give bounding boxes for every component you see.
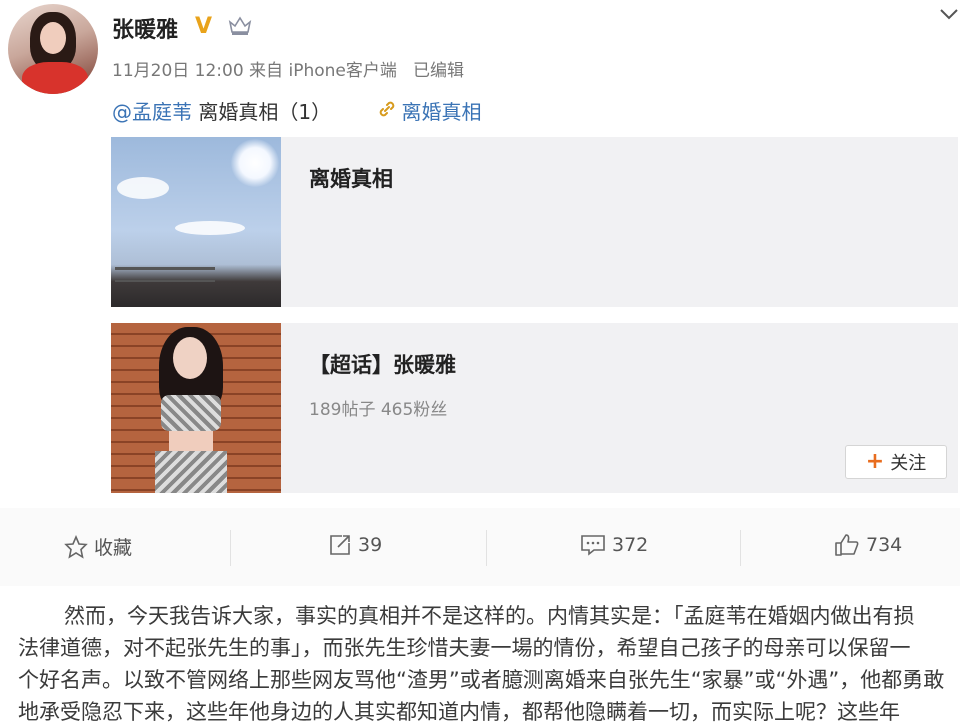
star-icon <box>64 534 88 559</box>
repost-count: 39 <box>358 534 383 556</box>
comment-icon <box>581 535 605 556</box>
post-text: @孟庭苇 离婚真相（1） 离婚真相 <box>112 96 481 125</box>
comment-count: 372 <box>612 534 649 556</box>
article-line: 个好名声。以致不管网络上那些网友骂他“渣男”或者臆测离婚来自张先生“家暴”或“外… <box>18 668 945 692</box>
comment-button[interactable]: 372 <box>580 533 648 557</box>
avatar[interactable] <box>8 4 98 94</box>
author-name[interactable]: 张暖雅 <box>112 12 178 44</box>
follow-label: 关注 <box>890 453 927 474</box>
like-count: 734 <box>866 534 903 556</box>
favorite-button[interactable]: 收藏 <box>64 533 132 560</box>
post-text-body: 离婚真相（1） <box>192 100 332 124</box>
article-link[interactable]: 离婚真相 <box>401 100 481 124</box>
favorite-label: 收藏 <box>94 537 133 559</box>
crown-icon <box>228 16 252 35</box>
article-thumbnail <box>111 137 281 307</box>
follow-button[interactable]: + 关注 <box>845 445 947 479</box>
divider <box>230 530 231 566</box>
action-bar <box>0 508 960 586</box>
verified-badge: V <box>195 14 213 39</box>
divider <box>486 530 487 566</box>
like-button[interactable]: 734 <box>834 533 902 557</box>
article-card[interactable]: 离婚真相 <box>111 137 958 307</box>
post-meta: 11月20日 12:00 来自 iPhone客户端 已编辑 <box>112 61 465 81</box>
supertopic-thumbnail <box>111 323 281 493</box>
divider <box>740 530 741 566</box>
supertopic-stats: 189帖子 465粉丝 <box>309 400 448 420</box>
article-body: 然而，今天我告诉大家，事实的真相并不是这样的。内情其实是：「孟庭苇在婚姻内做出有… <box>0 600 960 728</box>
chevron-down-icon[interactable] <box>938 4 960 24</box>
article-line: 然而，今天我告诉大家，事实的真相并不是这样的。内情其实是：「孟庭苇在婚姻内做出有… <box>64 604 915 628</box>
repost-icon <box>330 535 350 555</box>
article-card-title: 离婚真相 <box>309 167 393 191</box>
mention-link[interactable]: @孟庭苇 <box>112 100 192 124</box>
supertopic-title: 【超话】张暖雅 <box>309 353 456 377</box>
article-line: 法律道德，对不起张先生的事」，而张先生珍惜夫妻一場的情份，希望自己孩子的母亲可以… <box>18 636 911 660</box>
supertopic-card[interactable]: 【超话】张暖雅 189帖子 465粉丝 + 关注 <box>111 323 958 493</box>
plus-icon: + <box>865 449 885 474</box>
article-line: 地承受隐忍下来，这些年他身边的人其实都知道内情，都帮他隐瞒着一切，而实际上呢？这… <box>18 700 900 724</box>
like-icon <box>835 534 859 556</box>
repost-button[interactable]: 39 <box>328 533 382 557</box>
link-icon <box>377 99 397 124</box>
